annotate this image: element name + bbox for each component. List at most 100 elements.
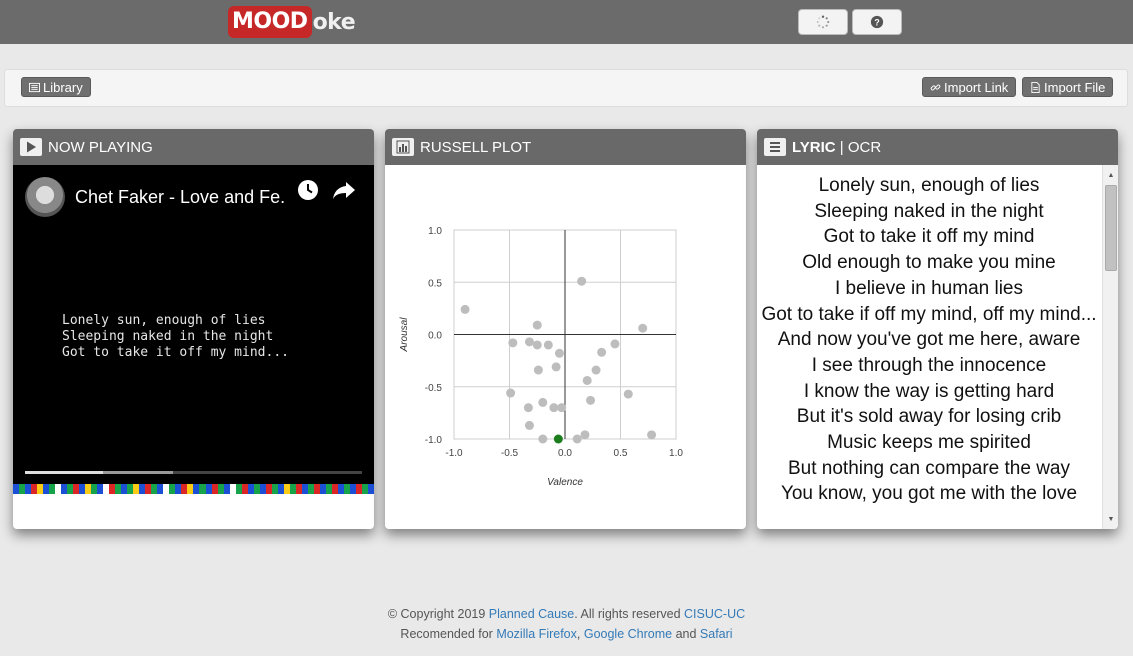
play-icon <box>20 138 42 156</box>
bar-chart-icon <box>392 138 414 156</box>
logo-oke: oke <box>312 9 356 35</box>
now-playing-header: NOW PLAYING <box>13 129 374 165</box>
scatter-point <box>597 347 607 357</box>
lyric-scrollbar[interactable]: ▲ ▼ <box>1102 165 1118 529</box>
scatter-point <box>623 389 633 399</box>
library-button[interactable]: Library <box>21 77 91 97</box>
loading-button[interactable] <box>798 9 848 35</box>
library-label: Library <box>43 79 83 95</box>
import-link-label: Import Link <box>944 79 1009 95</box>
moodoke-logo[interactable]: MOOD oke <box>228 5 356 39</box>
scatter-point <box>572 434 582 444</box>
copyright-prefix: © Copyright 2019 <box>387 607 489 621</box>
scatter-point <box>543 340 553 350</box>
x-tick-label: -1.0 <box>445 448 463 459</box>
russell-plot-panel: RUSSELL PLOT -1.0 -0.5 0.0 0.5 1.0 1.0 0.5 0.0-… <box>385 129 746 529</box>
russell-plot-title: RUSSELL PLOT <box>420 138 532 156</box>
tab-lyric[interactable]: LYRIC <box>792 139 836 156</box>
x-tick-label: 0.5 <box>614 448 628 459</box>
watch-later-icon[interactable] <box>297 179 319 201</box>
scatter-point <box>549 403 559 413</box>
x-axis-label: Valence <box>547 477 583 488</box>
scatter-point <box>586 395 596 405</box>
scatter-point <box>460 304 470 314</box>
text-lines-icon <box>764 138 786 156</box>
scatter-point <box>524 337 534 347</box>
import-file-label: Import File <box>1044 79 1106 95</box>
lyric-line: Got to take if off my mind, off my mind.… <box>761 303 1097 325</box>
scatter-point <box>508 338 518 348</box>
logo-mood: MOOD <box>228 6 312 38</box>
lyric-text: Lonely sun, enough of lies Sleeping naked… <box>757 173 1101 507</box>
lyric-line: But nothing can compare the way <box>787 457 1070 479</box>
top-navbar: MOOD oke ? <box>0 0 1133 44</box>
svg-text:?: ? <box>874 18 879 28</box>
scatter-point <box>524 420 534 430</box>
scroll-down-arrow-icon[interactable]: ▼ <box>1103 511 1118 527</box>
tab-ocr[interactable]: OCR <box>848 139 881 156</box>
x-tick-label: 0.0 <box>558 448 572 459</box>
scatter-point <box>577 276 587 286</box>
lyric-line: I know the way is getting hard <box>803 380 1055 402</box>
import-file-button[interactable]: Import File <box>1022 77 1114 97</box>
scatter-point <box>582 375 592 385</box>
video-title[interactable]: Chet Faker - Love and Fe... <box>75 187 285 208</box>
y-tick-label: 1.0 <box>428 226 442 237</box>
help-button[interactable]: ? <box>852 9 902 35</box>
video-lyrics-overlay: Lonely sun, enough of lies Sleeping nake… <box>62 313 289 360</box>
scatter-point <box>532 340 542 350</box>
lyric-panel: LYRIC | OCR Lonely sun, enough of lies Sl… <box>757 129 1118 529</box>
scroll-up-arrow-icon[interactable]: ▲ <box>1103 167 1118 183</box>
current-position-point <box>553 434 563 444</box>
scatter-point <box>538 397 548 407</box>
scatter-point <box>638 323 648 333</box>
scatter-point <box>532 320 542 330</box>
lyric-line: I believe in human lies <box>835 277 1023 299</box>
scatter-point <box>533 365 543 375</box>
now-playing-title: NOW PLAYING <box>48 138 153 156</box>
scatter-point <box>551 362 561 372</box>
browser-recommendation-line: Recomended for Mozilla Firefox, Google C… <box>0 624 1133 644</box>
video-progress-bar[interactable] <box>25 471 362 474</box>
scatter-point <box>506 388 516 398</box>
y-tick-label: -0.5 <box>425 383 443 394</box>
channel-avatar[interactable] <box>25 177 65 217</box>
scatter-point <box>523 403 533 413</box>
lyric-line: Sleeping naked in the night <box>814 200 1044 222</box>
x-tick-label: 1.0 <box>669 448 683 459</box>
import-link-button[interactable]: Import Link <box>922 77 1017 97</box>
lyric-line: Music keeps me spirited <box>827 432 1031 454</box>
and-text: and <box>672 627 700 641</box>
lyric-line: But it's sold away for losing crib <box>796 406 1062 428</box>
firefox-link[interactable]: Mozilla Firefox <box>496 627 577 641</box>
scatter-point <box>557 403 567 413</box>
safari-link[interactable]: Safari <box>700 627 733 641</box>
share-icon[interactable] <box>332 179 356 201</box>
chrome-link[interactable]: Google Chrome <box>584 627 672 641</box>
question-icon: ? <box>870 15 884 29</box>
scroll-thumb[interactable] <box>1105 185 1117 271</box>
russell-plot-header: RUSSELL PLOT <box>385 129 746 165</box>
footer: © Copyright 2019 Planned Cause. All righ… <box>0 604 1133 644</box>
video-player[interactable]: Chet Faker - Love and Fe... Lonely sun, … <box>13 165 374 494</box>
copyright-line: © Copyright 2019 Planned Cause. All righ… <box>0 604 1133 624</box>
mood-color-strip <box>13 484 374 494</box>
lyric-line: Old enough to make you mine <box>802 252 1056 274</box>
planned-cause-link[interactable]: Planned Cause <box>489 607 574 621</box>
tab-separator: | <box>835 138 848 156</box>
lyric-line: You know, you got me with the love <box>780 483 1078 505</box>
lyric-scroll-area[interactable]: Lonely sun, enough of lies Sleeping naked… <box>757 165 1118 529</box>
x-tick-label: -0.5 <box>501 448 519 459</box>
lyric-header: LYRIC | OCR <box>757 129 1118 165</box>
scatter-point <box>591 365 601 375</box>
mood-segment <box>367 484 374 494</box>
cisuc-link[interactable]: CISUC-UC <box>684 607 745 621</box>
lyric-line: I see through the innocence <box>811 354 1047 376</box>
scatter-point <box>610 339 620 349</box>
lyric-line: Got to take it off my mind <box>823 226 1035 248</box>
y-tick-label: 0.0 <box>428 331 442 342</box>
y-axis-label: Arousal <box>399 317 410 353</box>
russell-scatter-plot: -1.0 -0.5 0.0 0.5 1.0 1.0 0.5 0.0 -0.5 -1.0 Valenc… <box>399 226 683 488</box>
scatter-point <box>554 348 564 358</box>
scatter-point <box>538 434 548 444</box>
